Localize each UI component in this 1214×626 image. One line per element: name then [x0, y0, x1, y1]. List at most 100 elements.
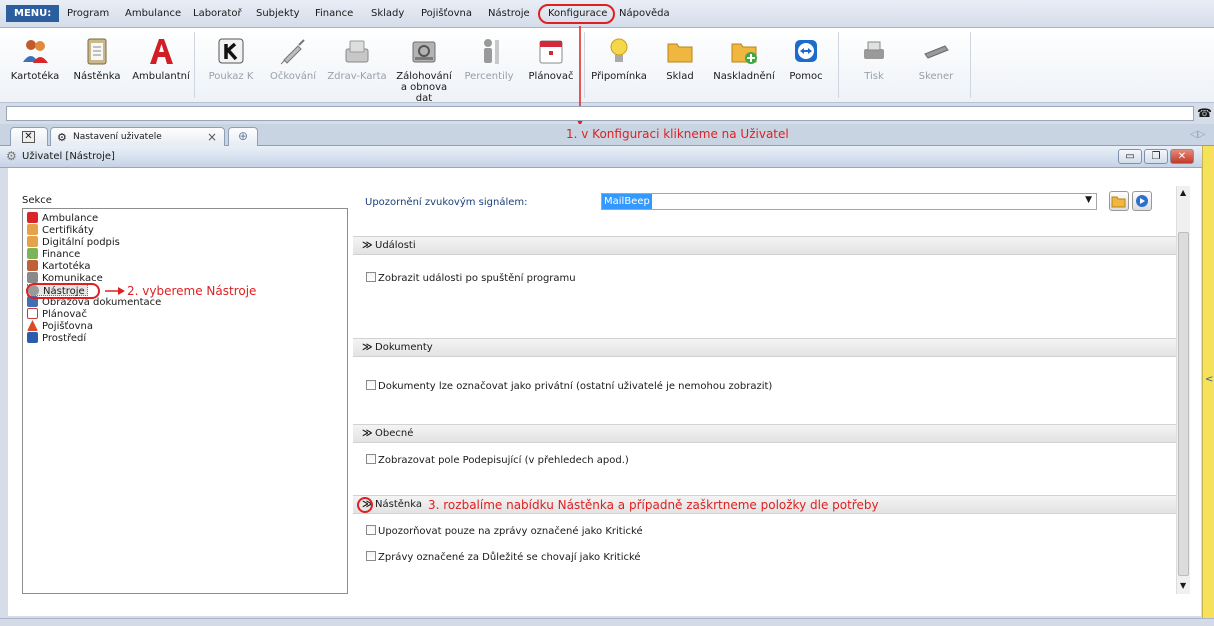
checkbox[interactable] [366, 454, 376, 464]
ambulance-icon [27, 212, 38, 223]
scroll-down-icon[interactable]: ▼ [1180, 581, 1186, 590]
restore-button[interactable]: ❐ [1144, 149, 1168, 164]
section-header-udalosti[interactable]: ≫ Události [353, 236, 1183, 255]
sekce-item-pojistovna[interactable]: Pojišťovna [27, 320, 93, 332]
menu-laborator[interactable]: Laboratoř [193, 7, 242, 21]
chevron-collapse-icon: ≫ [362, 342, 373, 353]
checkbox[interactable] [366, 525, 376, 535]
red-a-icon [150, 39, 173, 64]
sekce-item-ambulance[interactable]: Ambulance [27, 212, 98, 224]
kartoteka-button[interactable]: Kartotéka [4, 32, 66, 82]
calendar-icon [27, 308, 38, 319]
scanner-icon [924, 45, 949, 59]
section-body-dokumenty: Dokumenty lze označovat jako privátní (o… [353, 358, 1183, 424]
ambulantni-button[interactable]: Ambulantní [130, 32, 192, 82]
tisk-button[interactable]: Tisk [843, 32, 905, 82]
address-input[interactable] [6, 106, 1194, 121]
skener-button[interactable]: Skener [905, 32, 967, 82]
checkbox[interactable] [366, 551, 376, 561]
settings-scrollbar[interactable]: ▲ ▼ [1176, 186, 1190, 594]
checkbox[interactable] [366, 380, 376, 390]
monitor-icon [27, 332, 38, 343]
window-title: Uživatel [Nástroje] [22, 151, 115, 162]
section-header-dokumenty[interactable]: ≫ Dokumenty [353, 338, 1183, 357]
scrollbar-thumb[interactable] [1178, 232, 1189, 576]
gear-icon: ⚙ [6, 149, 17, 163]
settings-panel: Upozornění zvukovým signálem: MailBeep ▼… [353, 181, 1183, 593]
checkbox-pole-podepisujici[interactable]: Zobrazovat pole Podepisující (v přehlede… [366, 454, 629, 466]
menu-bar: MENU: Program Ambulance Laboratoř Subjek… [0, 0, 1214, 28]
sekce-item-finance[interactable]: Finance [27, 248, 80, 260]
close-window-icon: ✕ [22, 131, 35, 143]
sound-value: MailBeep [602, 194, 652, 209]
sound-select[interactable]: MailBeep ▼ [601, 193, 1097, 210]
close-button[interactable]: ✕ [1170, 149, 1194, 164]
sekce-item-digitalni-podpis[interactable]: Digitální podpis [27, 236, 120, 248]
play-sound-button[interactable] [1132, 191, 1152, 211]
people-icon [27, 260, 38, 271]
menu-subjekty[interactable]: Subjekty [256, 7, 300, 21]
section-body-obecne: Zobrazovat pole Podepisující (v přehlede… [353, 444, 1183, 496]
naskladneni-button[interactable]: Naskladnění [713, 32, 775, 82]
menu-label: MENU: [6, 5, 60, 22]
nastenka-button[interactable]: Nástěnka [66, 32, 128, 82]
step1-annotation: 1. v Konfiguraci klikneme na Uživatel [566, 127, 789, 141]
section-header-nastenka[interactable]: ≫ Nástěnka 3. rozbalíme nabídku Nástěnka… [353, 495, 1183, 514]
sekce-item-prostredi[interactable]: Prostředí [27, 332, 86, 344]
tab-bar: ✕ ⚙ Nastavení uživatele × ⊕ 1. v Konfigu… [0, 124, 1214, 146]
checkbox-zobrazit-udalosti[interactable]: Zobrazit události po spuštění programu [366, 272, 576, 284]
section-header-obecne[interactable]: ≫ Obecné [353, 424, 1183, 443]
chevron-down-icon: ▼ [1085, 195, 1092, 205]
money-icon [27, 248, 38, 259]
card-reader-icon [345, 40, 369, 63]
status-bar [0, 618, 1214, 626]
warning-icon [27, 320, 38, 331]
checkbox-dokumenty-privatni[interactable]: Dokumenty lze označovat jako privátní (o… [366, 380, 772, 392]
open-folder-button[interactable] [1109, 191, 1129, 211]
ockovani-button[interactable]: Očkování [262, 32, 324, 82]
window-titlebar: ⚙ Uživatel [Nástroje] ▭ ❐ ✕ [0, 146, 1202, 168]
sekce-item-kartoteka[interactable]: Kartotéka [27, 260, 90, 272]
percentily-button[interactable]: Percentily [458, 32, 520, 82]
menu-napoveda[interactable]: Nápověda [619, 7, 670, 21]
minimize-button[interactable]: ▭ [1118, 149, 1142, 164]
sekce-label: Sekce [22, 195, 52, 206]
lightbulb-icon [610, 38, 628, 62]
menu-ambulance[interactable]: Ambulance [125, 7, 181, 21]
sekce-item-planovac[interactable]: Plánovač [27, 308, 87, 320]
zalohovani-button[interactable]: Zálohování a obnova dat [393, 32, 455, 104]
folder-icon [667, 43, 693, 63]
menu-nastroje[interactable]: Nástroje [488, 7, 530, 21]
folder-add-icon [731, 43, 757, 64]
communication-icon [27, 272, 38, 283]
people-icon [23, 40, 48, 63]
menu-sklady[interactable]: Sklady [371, 7, 404, 21]
tab-close-all[interactable]: ✕ [10, 127, 48, 146]
menu-pojistovna[interactable]: Pojišťovna [421, 7, 472, 21]
pomoc-button[interactable]: Pomoc [775, 32, 837, 82]
zdrav-karta-button[interactable]: Zdrav-Karta [326, 32, 388, 82]
phone-icon[interactable]: ☎ [1197, 106, 1212, 121]
toolbar: Kartotéka Nástěnka Ambulantní Poukaz K O… [0, 28, 1214, 104]
chevron-collapse-icon: ≫ [362, 428, 373, 439]
scroll-up-icon[interactable]: ▲ [1180, 188, 1186, 197]
section-body-nastenka: Upozorňovat pouze na zprávy označené jak… [353, 515, 1183, 591]
checkbox[interactable] [366, 272, 376, 282]
menu-finance[interactable]: Finance [315, 7, 353, 21]
tab-add[interactable]: ⊕ [228, 127, 258, 146]
menu-program[interactable]: Program [67, 7, 109, 21]
tab-scroll-icon[interactable]: ◁▷ [1190, 129, 1205, 140]
tab-close-icon[interactable]: × [207, 130, 217, 144]
tab-nastaveni-uzivatele[interactable]: ⚙ Nastavení uživatele × [50, 127, 225, 146]
play-icon [1136, 195, 1148, 207]
pripominka-button[interactable]: Připomínka [588, 32, 650, 82]
checkbox-upozornovat-kriticke[interactable]: Upozorňovat pouze na zprávy označené jak… [366, 525, 643, 537]
growth-chart-icon [484, 39, 499, 64]
checkbox-dulezite-jako-kriticke[interactable]: Zprávy označené za Důležité se chovají j… [366, 551, 641, 563]
signature-icon [27, 236, 38, 247]
side-collapse-strip[interactable]: < [1202, 146, 1214, 618]
sklad-button[interactable]: Sklad [649, 32, 711, 82]
poukaz-k-button[interactable]: Poukaz K [200, 32, 262, 82]
sekce-item-certifikaty[interactable]: Certifikáty [27, 224, 94, 236]
step2-arrow [105, 287, 125, 295]
